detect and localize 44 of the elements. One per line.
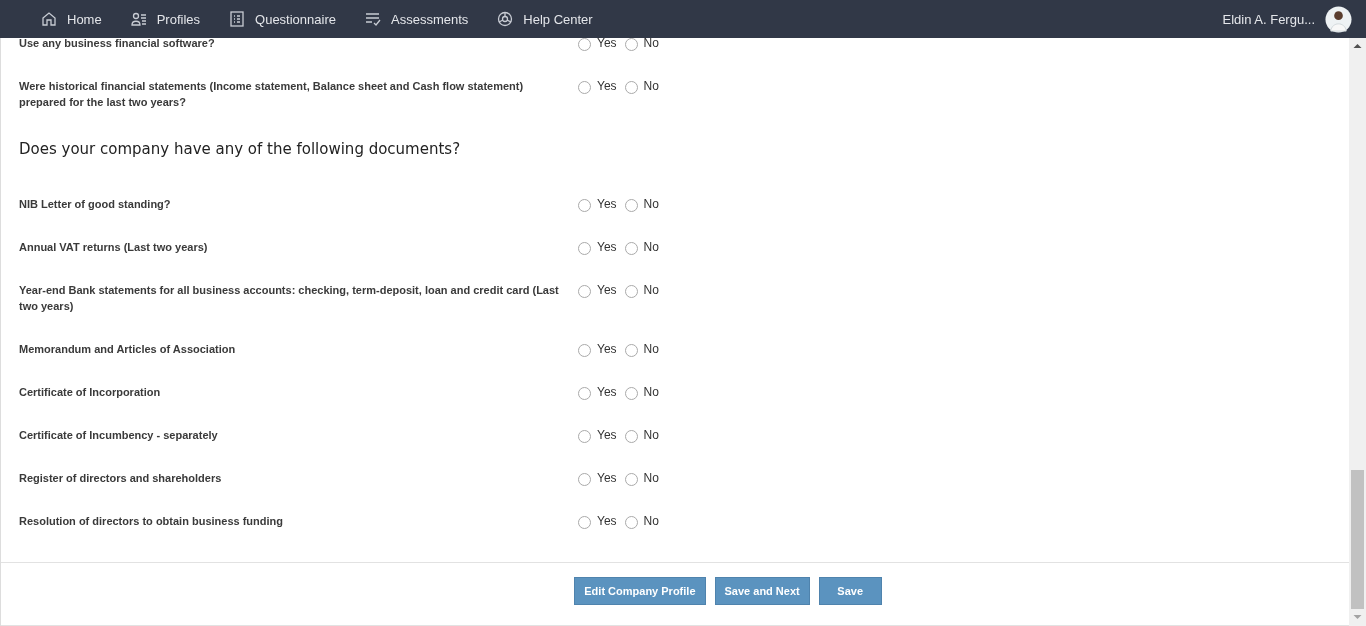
radio-option[interactable]: Yes (578, 341, 617, 357)
radio-option[interactable]: Yes (578, 239, 617, 255)
lifebuoy-icon (496, 10, 515, 28)
avatar[interactable] (1325, 5, 1352, 33)
profile-list-icon (129, 10, 148, 28)
nav-link[interactable]: Questionnaire (228, 0, 350, 38)
user-name[interactable]: Eldin A. Fergu... (1222, 11, 1315, 27)
radio-option[interactable]: No (624, 470, 659, 486)
question-label: Resolution of directors to obtain business funding (19, 514, 284, 529)
radio-option[interactable]: Yes (578, 470, 617, 486)
radio-option[interactable]: No (624, 78, 659, 110)
question-label: Year-end Bank statements for all business accounts: checking, term-deposit, loan and credit card (Last two years) (19, 283, 559, 314)
radio-option[interactable]: Yes (578, 196, 617, 212)
question-label: NIB Letter of good standing? (19, 197, 172, 212)
question-label: Memorandum and Articles of Association (19, 342, 237, 357)
home-icon (40, 10, 58, 28)
radio-option[interactable]: No (624, 513, 659, 529)
radio-option[interactable]: Yes (578, 513, 617, 529)
question-label: Register of directors and shareholders (19, 471, 223, 486)
question-label: Use any business financial software? (19, 36, 216, 51)
radio-option[interactable]: Yes (578, 384, 617, 400)
radio-option[interactable]: Yes (578, 35, 617, 51)
radio-option[interactable]: No (624, 35, 659, 51)
radio-option[interactable]: No (624, 427, 659, 443)
nav-link[interactable]: Assessments (364, 0, 483, 38)
radio-option[interactable]: No (624, 239, 659, 255)
scrollbar-thumb[interactable] (1351, 470, 1364, 609)
question-label: Certificate of Incorporation (19, 385, 162, 400)
radio-option[interactable]: Yes (578, 78, 617, 110)
radio-option[interactable]: No (624, 196, 659, 212)
radio-option[interactable]: No (624, 341, 659, 357)
radio-option[interactable]: Yes (578, 427, 617, 443)
list-check-icon (364, 10, 382, 28)
question-label: Were historical financial statements (Income statement, Balance sheet and Cash flow statement) prepared for the last two years? (19, 79, 525, 110)
radio-option[interactable]: Yes (578, 282, 617, 314)
radio-option[interactable]: No (624, 384, 659, 400)
section-heading: Does your company have any of the following documents? (19, 139, 462, 159)
nav-link[interactable]: Help Center (496, 0, 607, 38)
checklist-icon (228, 10, 247, 28)
nav-link[interactable]: Profiles (129, 0, 215, 38)
question-label: Certificate of Incumbency - separately (19, 428, 219, 443)
radio-option[interactable]: No (624, 282, 659, 314)
question-label: Annual VAT returns (Last two years) (19, 240, 209, 255)
nav-link[interactable]: Home (40, 0, 116, 38)
